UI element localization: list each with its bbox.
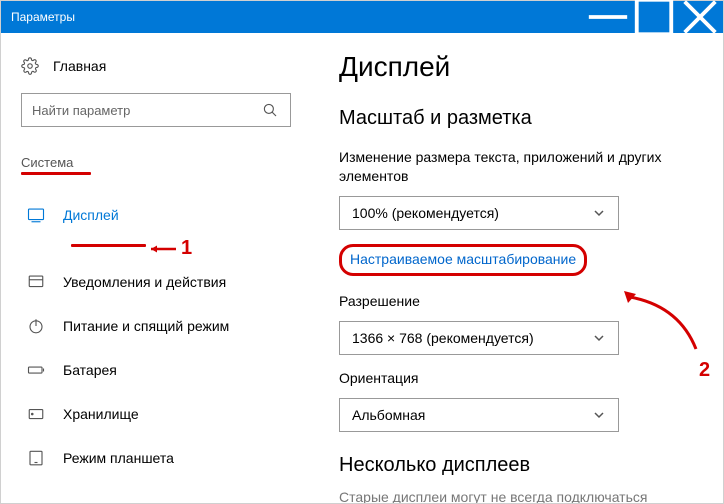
chevron-down-icon [592, 408, 606, 422]
orientation-value: Альбомная [352, 407, 592, 423]
nav-label: Батарея [63, 362, 117, 378]
category-label: Система [21, 155, 291, 170]
cutoff-text: Старые дисплеи могут не всегда подключат… [339, 489, 695, 503]
sidebar-item-notifications[interactable]: Уведомления и действия [21, 260, 291, 304]
resolution-value: 1366 × 768 (рекомендуется) [352, 330, 592, 346]
chevron-down-icon [592, 331, 606, 345]
home-label: Главная [53, 58, 106, 74]
nav-label: Хранилище [63, 406, 139, 422]
resolution-label: Разрешение [339, 292, 695, 311]
scale-value: 100% (рекомендуется) [352, 205, 592, 221]
search-placeholder: Найти параметр [32, 103, 260, 118]
sidebar-item-power[interactable]: Питание и спящий режим [21, 304, 291, 348]
gear-icon [21, 57, 39, 75]
orientation-label: Ориентация [339, 369, 695, 388]
sidebar-item-storage[interactable]: Хранилище [21, 392, 291, 436]
monitor-icon [27, 206, 45, 224]
nav-label: Питание и спящий режим [63, 318, 229, 334]
close-button[interactable] [677, 1, 723, 33]
annotation-number-2: 2 [699, 359, 710, 382]
nav-label: Дисплей [63, 207, 119, 223]
section-scale-title: Масштаб и разметка [339, 107, 695, 130]
home-button[interactable]: Главная [21, 51, 291, 93]
annotation-number-1: 1 [181, 237, 192, 260]
annotation-1: 1 [21, 237, 291, 260]
orientation-dropdown[interactable]: Альбомная [339, 398, 619, 432]
scale-label: Изменение размера текста, приложений и д… [339, 148, 695, 186]
storage-icon [27, 405, 45, 423]
maximize-button[interactable] [631, 1, 677, 33]
search-icon [260, 100, 280, 120]
section-multi-title: Несколько дисплеев [339, 454, 695, 477]
search-input[interactable]: Найти параметр [21, 93, 291, 127]
minimize-button[interactable] [585, 1, 631, 33]
scale-dropdown[interactable]: 100% (рекомендуется) [339, 196, 619, 230]
custom-scaling-link[interactable]: Настраиваемое масштабирование [350, 251, 576, 267]
power-icon [27, 317, 45, 335]
tablet-icon [27, 449, 45, 467]
sidebar-item-display[interactable]: Дисплей [21, 193, 291, 237]
nav-label: Уведомления и действия [63, 274, 226, 290]
page-title: Дисплей [339, 51, 695, 83]
titlebar: Параметры [1, 1, 723, 33]
window-title: Параметры [11, 10, 585, 24]
nav-label: Режим планшета [63, 450, 174, 466]
content-pane: Дисплей Масштаб и разметка Изменение раз… [311, 33, 723, 503]
battery-icon [27, 361, 45, 379]
sidebar: Главная Найти параметр Система Дисплей 1 [1, 33, 311, 503]
annotation-underline [21, 172, 91, 175]
resolution-dropdown[interactable]: 1366 × 768 (рекомендуется) [339, 321, 619, 355]
chevron-down-icon [592, 206, 606, 220]
annotation-oval: Настраиваемое масштабирование [339, 244, 587, 276]
sidebar-item-battery[interactable]: Батарея [21, 348, 291, 392]
notification-icon [27, 273, 45, 291]
sidebar-item-tablet[interactable]: Режим планшета [21, 436, 291, 480]
